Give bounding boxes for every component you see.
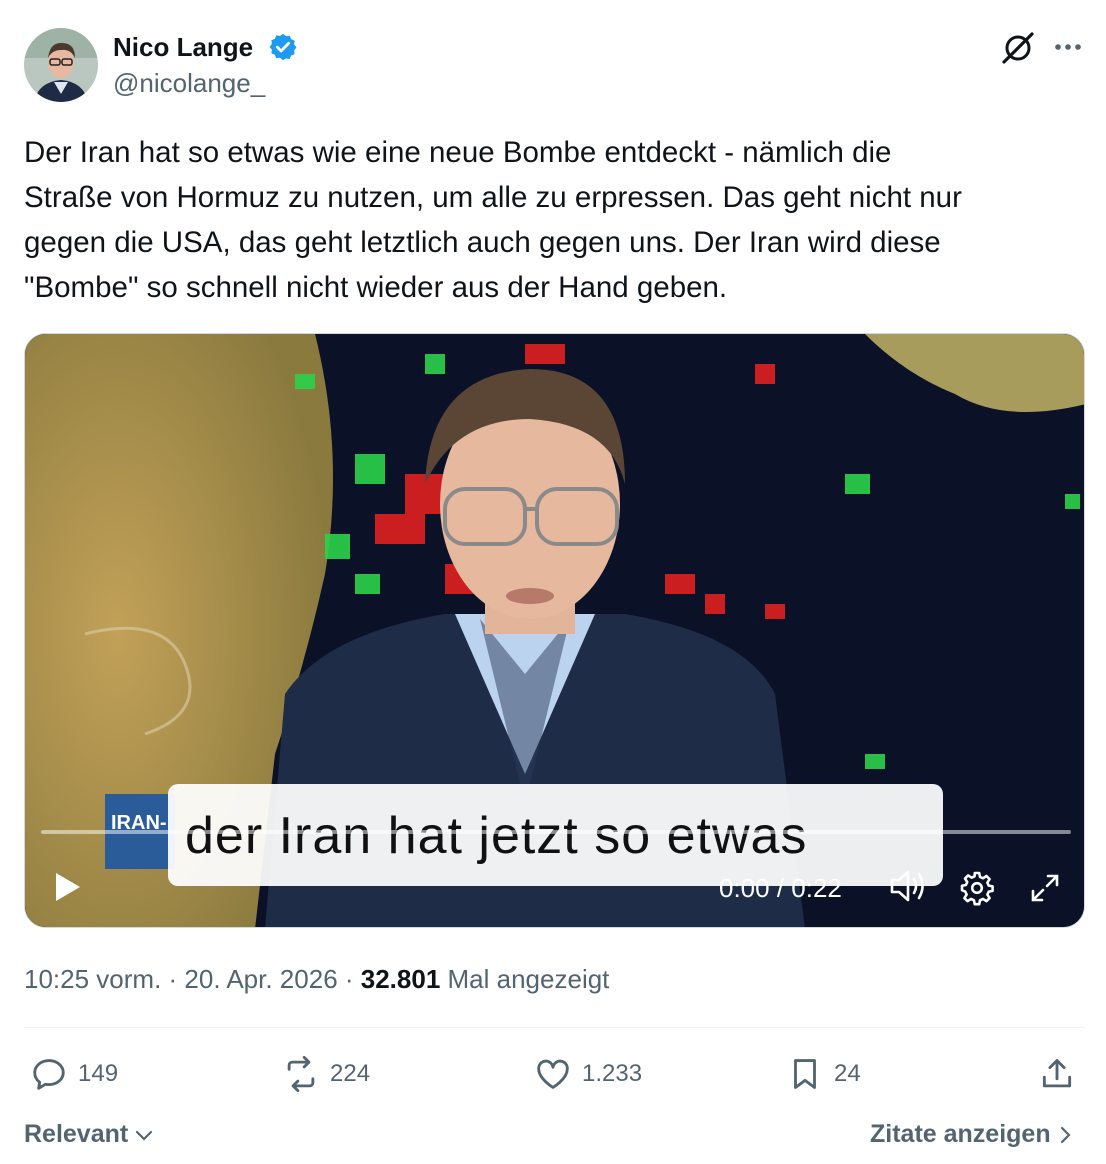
view-label: Mal angezeigt [440,964,610,994]
show-quotes-link[interactable]: Zitate anzeigen [870,1118,1072,1150]
reply-count: 149 [78,1060,119,1087]
show-quotes-label: Zitate anzeigen [870,1120,1051,1148]
meta-separator: · [337,964,361,994]
repost-count: 224 [330,1060,371,1087]
avatar[interactable] [24,28,98,102]
grok-icon[interactable] [1000,30,1036,66]
video-progress-bar[interactable] [41,830,1071,834]
tweet-date[interactable]: 20. Apr. 2026 [184,964,337,994]
bookmark-count: 24 [834,1060,861,1087]
tweet-text: Der Iran hat so etwas wie eine neue Bomb… [24,136,962,304]
play-icon[interactable] [51,871,83,903]
bookmark-button[interactable]: 24 [786,1052,861,1096]
chevron-right-icon [1060,1127,1071,1144]
repost-icon [287,1055,315,1093]
divider [24,1027,1085,1028]
repost-button[interactable]: 224 [282,1052,370,1096]
author-name[interactable]: Nico Lange [113,30,253,64]
share-button[interactable] [1038,1052,1086,1096]
volume-icon[interactable] [889,869,929,903]
verified-badge-icon [268,32,298,62]
more-icon[interactable] [1052,34,1084,60]
view-count: 32.801 [360,964,441,994]
like-count: 1.233 [582,1060,643,1087]
reply-button[interactable]: 149 [30,1052,118,1096]
bookmark-icon [794,1059,816,1089]
video-caption: der Iran hat jetzt so etwas [185,807,808,865]
sort-label: Relevant [24,1120,129,1148]
video-player[interactable]: IRAN- der Iran hat jetzt so etwas 0:00 /… [24,333,1085,928]
tweet-meta: 10:25 vorm. · 20. Apr. 2026 · 32.801 Mal… [24,962,609,996]
meta-separator: · [161,964,185,994]
reply-icon [33,1059,65,1090]
settings-icon[interactable] [959,870,995,906]
sort-relevant-dropdown[interactable]: Relevant [24,1118,153,1150]
share-icon [1042,1059,1072,1088]
chevron-down-icon [136,1131,153,1141]
tweet-time[interactable]: 10:25 vorm. [24,964,161,994]
like-icon [537,1059,569,1089]
video-time: 0:00 / 0:22 [719,873,842,903]
fullscreen-icon[interactable] [1029,872,1061,904]
like-button[interactable]: 1.233 [534,1052,642,1096]
author-handle[interactable]: @nicolange_ [113,66,265,100]
